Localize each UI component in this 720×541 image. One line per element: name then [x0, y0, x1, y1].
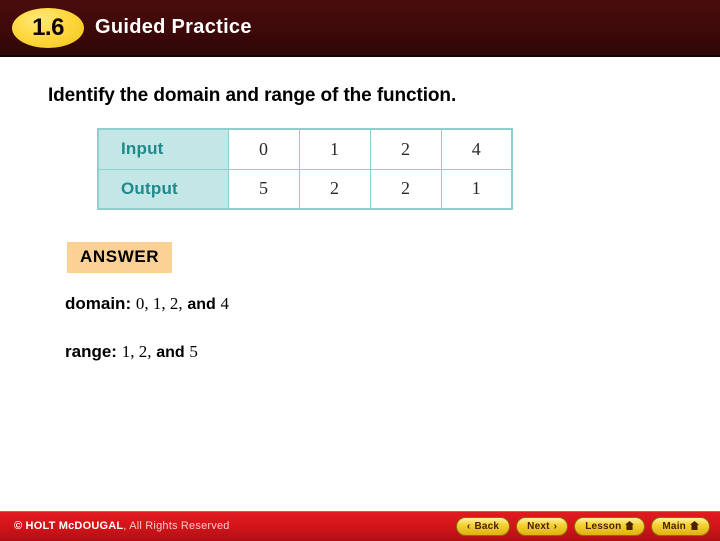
range-values: 1, 2, [121, 342, 152, 361]
domain-conjunction: and [187, 296, 216, 313]
home-icon [625, 520, 635, 533]
chevron-right-icon: › [553, 520, 558, 532]
range-label: range: [65, 342, 117, 361]
page-title: Guided Practice [95, 16, 252, 38]
row-label-input: Input [97, 128, 229, 170]
answer-range-line: range: 1, 2, and 5 [65, 342, 198, 362]
input-value-cell: 2 [369, 128, 442, 170]
input-value-cell: 4 [440, 128, 513, 170]
main-button-label: Main [662, 521, 686, 532]
input-value-cell: 1 [298, 128, 371, 170]
lesson-button[interactable]: Lesson [574, 517, 646, 536]
range-last-value: 5 [189, 342, 198, 361]
copyright-brand: © HOLT McDOUGAL [14, 520, 124, 532]
function-table: Input 0 1 2 4 Output 5 2 2 1 [97, 128, 513, 210]
output-value-cell: 2 [298, 168, 371, 210]
lesson-button-label: Lesson [585, 521, 622, 532]
home-icon [690, 520, 699, 533]
domain-label: domain: [65, 294, 132, 313]
navigation-buttons: ‹ Back Next › Lesson Main [455, 517, 710, 536]
input-value-cell: 0 [227, 128, 300, 170]
output-value-cell: 5 [227, 168, 300, 210]
copyright-notice: © HOLT McDOUGAL, All Rights Reserved [14, 520, 230, 532]
next-button-label: Next [527, 521, 550, 532]
domain-values: 0, 1, 2, [135, 294, 183, 313]
chevron-left-icon: ‹ [466, 520, 471, 532]
lesson-number-badge: 1.6 [12, 8, 84, 48]
main-button[interactable]: Main [651, 517, 710, 536]
table-row: Input 0 1 2 4 [97, 128, 513, 170]
copyright-rights: , All Rights Reserved [123, 520, 230, 532]
back-button[interactable]: ‹ Back [455, 517, 511, 536]
row-label-output: Output [97, 168, 229, 210]
table-row: Output 5 2 2 1 [97, 168, 513, 210]
lesson-number-label: 1.6 [32, 14, 64, 41]
output-value-cell: 1 [440, 168, 513, 210]
back-button-label: Back [474, 521, 500, 532]
question-text: Identify the domain and range of the fun… [48, 85, 457, 106]
slide-header: 1.6 Guided Practice [0, 0, 720, 57]
domain-last-value: 4 [220, 294, 230, 313]
answer-domain-line: domain: 0, 1, 2, and 4 [65, 294, 229, 314]
next-button[interactable]: Next › [516, 517, 569, 536]
output-value-cell: 2 [369, 168, 442, 210]
slide-footer: © HOLT McDOUGAL, All Rights Reserved ‹ B… [0, 511, 720, 541]
range-conjunction: and [156, 344, 185, 361]
answer-badge: ANSWER [67, 242, 173, 273]
